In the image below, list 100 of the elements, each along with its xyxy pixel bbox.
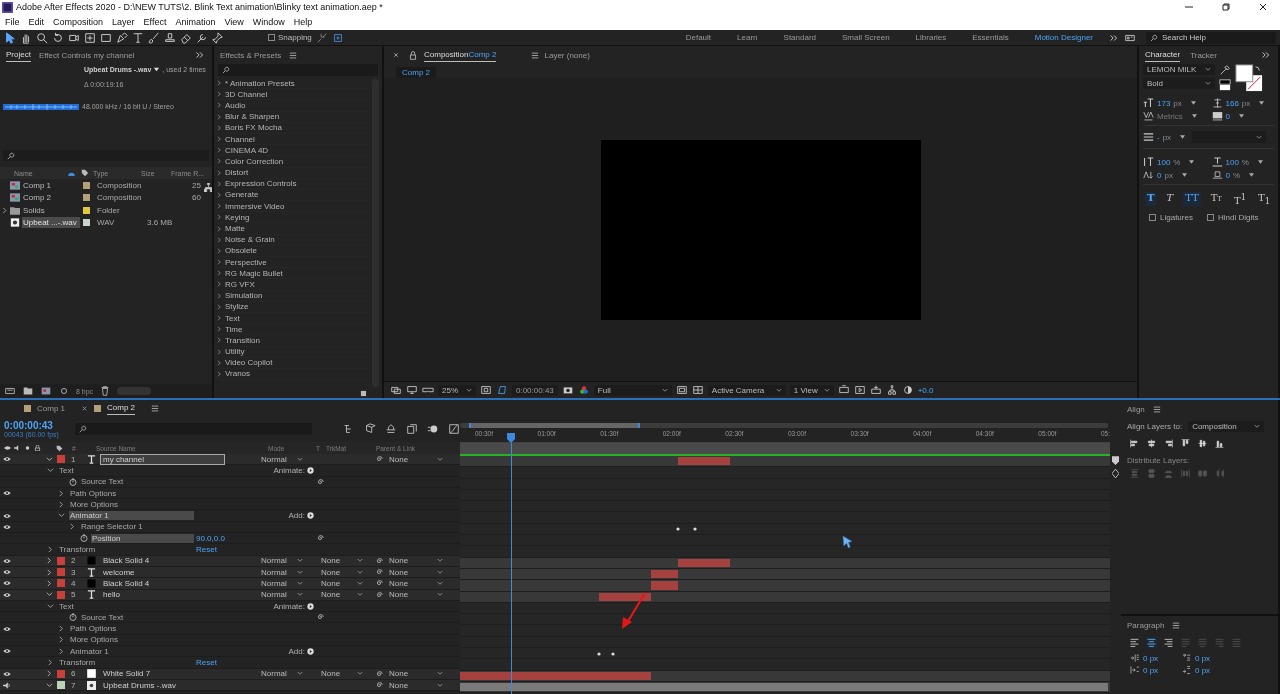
layer-name[interactable]: my channel [101,454,224,464]
caret-icon[interactable] [1238,114,1244,118]
caret-icon[interactable] [1258,160,1263,164]
time-navigator-handle[interactable] [469,423,641,428]
text-style-button[interactable]: T [1164,192,1176,207]
eye-icon[interactable] [3,580,11,587]
property-name[interactable]: Position [91,533,194,543]
stamp-icon[interactable] [164,31,176,44]
effect-category[interactable]: Distort [225,168,249,178]
workspace-tab[interactable]: Small Screen [842,33,890,42]
workspace-tab[interactable]: Libraries [915,33,947,42]
effect-category[interactable]: Channel [225,134,255,144]
font-size-value[interactable]: 173 [1157,98,1171,108]
blend-mode-dropdown[interactable]: Normal [261,454,303,464]
effect-category[interactable]: RG Magic Bullet [225,268,283,278]
exposure-value[interactable]: +0.0 [917,385,934,395]
camera-dropdown[interactable]: Active Camera [707,384,786,396]
menu-icon[interactable] [1172,621,1181,629]
effect-category[interactable]: Stylize [225,302,249,312]
project-item-name[interactable]: Solids [22,204,80,216]
property-name[interactable]: Text [58,601,194,611]
composition-tab[interactable]: Comp 2 [107,401,136,415]
label-color-swatch[interactable] [57,455,65,464]
option-checkbox[interactable]: Hindi Digits [1206,213,1259,223]
panel-tab[interactable]: CompositionComp 2 [424,48,497,62]
play-circle-icon[interactable] [307,647,314,655]
workspace-tab[interactable]: Motion Designer [1034,33,1093,42]
menu-icon[interactable] [1152,405,1161,413]
label-color-swatch[interactable] [57,568,65,577]
property-name[interactable]: Animator 1 [69,511,194,521]
eye-icon[interactable] [3,523,11,530]
layer-duration-bar[interactable] [460,682,1108,692]
menu-item[interactable]: Layer [112,17,135,27]
panel-tab[interactable]: Tracker [1190,48,1217,62]
label-color-swatch[interactable] [83,181,90,189]
eye-icon[interactable] [3,569,11,576]
breadcrumb-tab[interactable]: Comp 2 [396,67,436,78]
property-name[interactable]: Range Selector 1 [80,522,194,532]
project-item-name[interactable]: Upbeat ...-.wav [22,217,80,229]
close-icon[interactable] [1258,2,1268,12]
align-icon[interactable] [1163,438,1174,449]
eye-icon[interactable] [3,490,11,497]
effect-category[interactable]: Color Correction [225,156,284,166]
menu-item[interactable]: Window [252,17,285,27]
paragraph-align-button[interactable] [1146,637,1157,648]
eye-icon[interactable] [3,456,11,463]
mask-path-icon[interactable] [496,384,508,396]
spiral-pickwhip-icon[interactable] [375,455,383,464]
menu-item[interactable]: Effect [143,17,167,27]
effect-category[interactable]: Matte [225,224,245,234]
workspace-tab[interactable]: Essentials [972,33,1009,42]
layer-duration-bar[interactable] [598,592,651,601]
grid-option-icon[interactable] [331,31,344,44]
chevrons-icon[interactable] [1260,49,1272,61]
play-circle-icon[interactable] [307,512,314,520]
reset-link[interactable]: Reset [196,658,217,667]
speaker-icon[interactable] [3,681,11,689]
horizontal-scale-value[interactable]: 100 [1225,157,1239,167]
text-style-button[interactable]: T$_{1}$ [1256,192,1272,207]
flowchart-icon[interactable] [204,183,212,192]
property-name[interactable]: More Options [69,635,194,645]
motion-blur-icon[interactable] [427,423,439,435]
layer-name[interactable]: Black Solid 4 [101,578,152,588]
pen-tool-icon[interactable] [116,31,128,44]
channels-icon[interactable] [577,384,590,396]
layer-name[interactable]: Upbeat Drums -.wav [101,680,178,690]
rotate-icon[interactable] [52,31,64,44]
keyframe-icon[interactable] [596,651,601,656]
effect-category[interactable]: Obsolete [225,246,258,256]
track-matte-dropdown[interactable]: None [321,578,363,588]
selection-arrow-icon[interactable] [4,31,16,44]
panel-tab[interactable]: Effect Controls my channel [38,48,135,62]
align-icon[interactable] [1129,438,1140,449]
property-name[interactable]: Transform [58,658,194,667]
property-name[interactable]: Text [58,465,194,475]
effect-category[interactable]: Time [225,324,243,334]
snap-option-icon[interactable] [315,31,328,44]
workspace-tab[interactable]: Default [685,33,712,42]
property-name[interactable]: Transform [58,545,194,554]
eye-icon[interactable] [3,557,11,564]
effect-category[interactable]: RG VFX [225,279,255,289]
stopwatch-icon[interactable] [69,613,77,622]
eraser-icon[interactable] [180,31,192,44]
composition-tab[interactable]: Comp 1 [37,401,65,415]
menu-item[interactable]: File [5,17,20,27]
panel-tab[interactable]: Project [6,48,31,62]
tsume-value[interactable]: 0 [1225,170,1230,180]
fast-preview-icon[interactable] [853,384,866,396]
panel-tab[interactable]: Character [1145,48,1181,62]
property-name[interactable]: Path Options [69,488,194,498]
effect-category[interactable]: Immersive Video [225,201,285,211]
pixel-aspect-icon[interactable] [837,384,850,396]
caret-icon[interactable] [153,66,161,73]
font-style-dropdown[interactable]: Bold [1143,78,1215,89]
time-navigator-track[interactable] [460,423,1108,428]
eyedropper-icon[interactable] [1219,64,1231,76]
exposure-icon[interactable] [901,384,914,396]
transparency-grid-icon[interactable] [691,384,704,396]
effect-category[interactable]: Expression Controls [225,179,297,189]
blend-mode-dropdown[interactable]: Normal [261,578,303,588]
